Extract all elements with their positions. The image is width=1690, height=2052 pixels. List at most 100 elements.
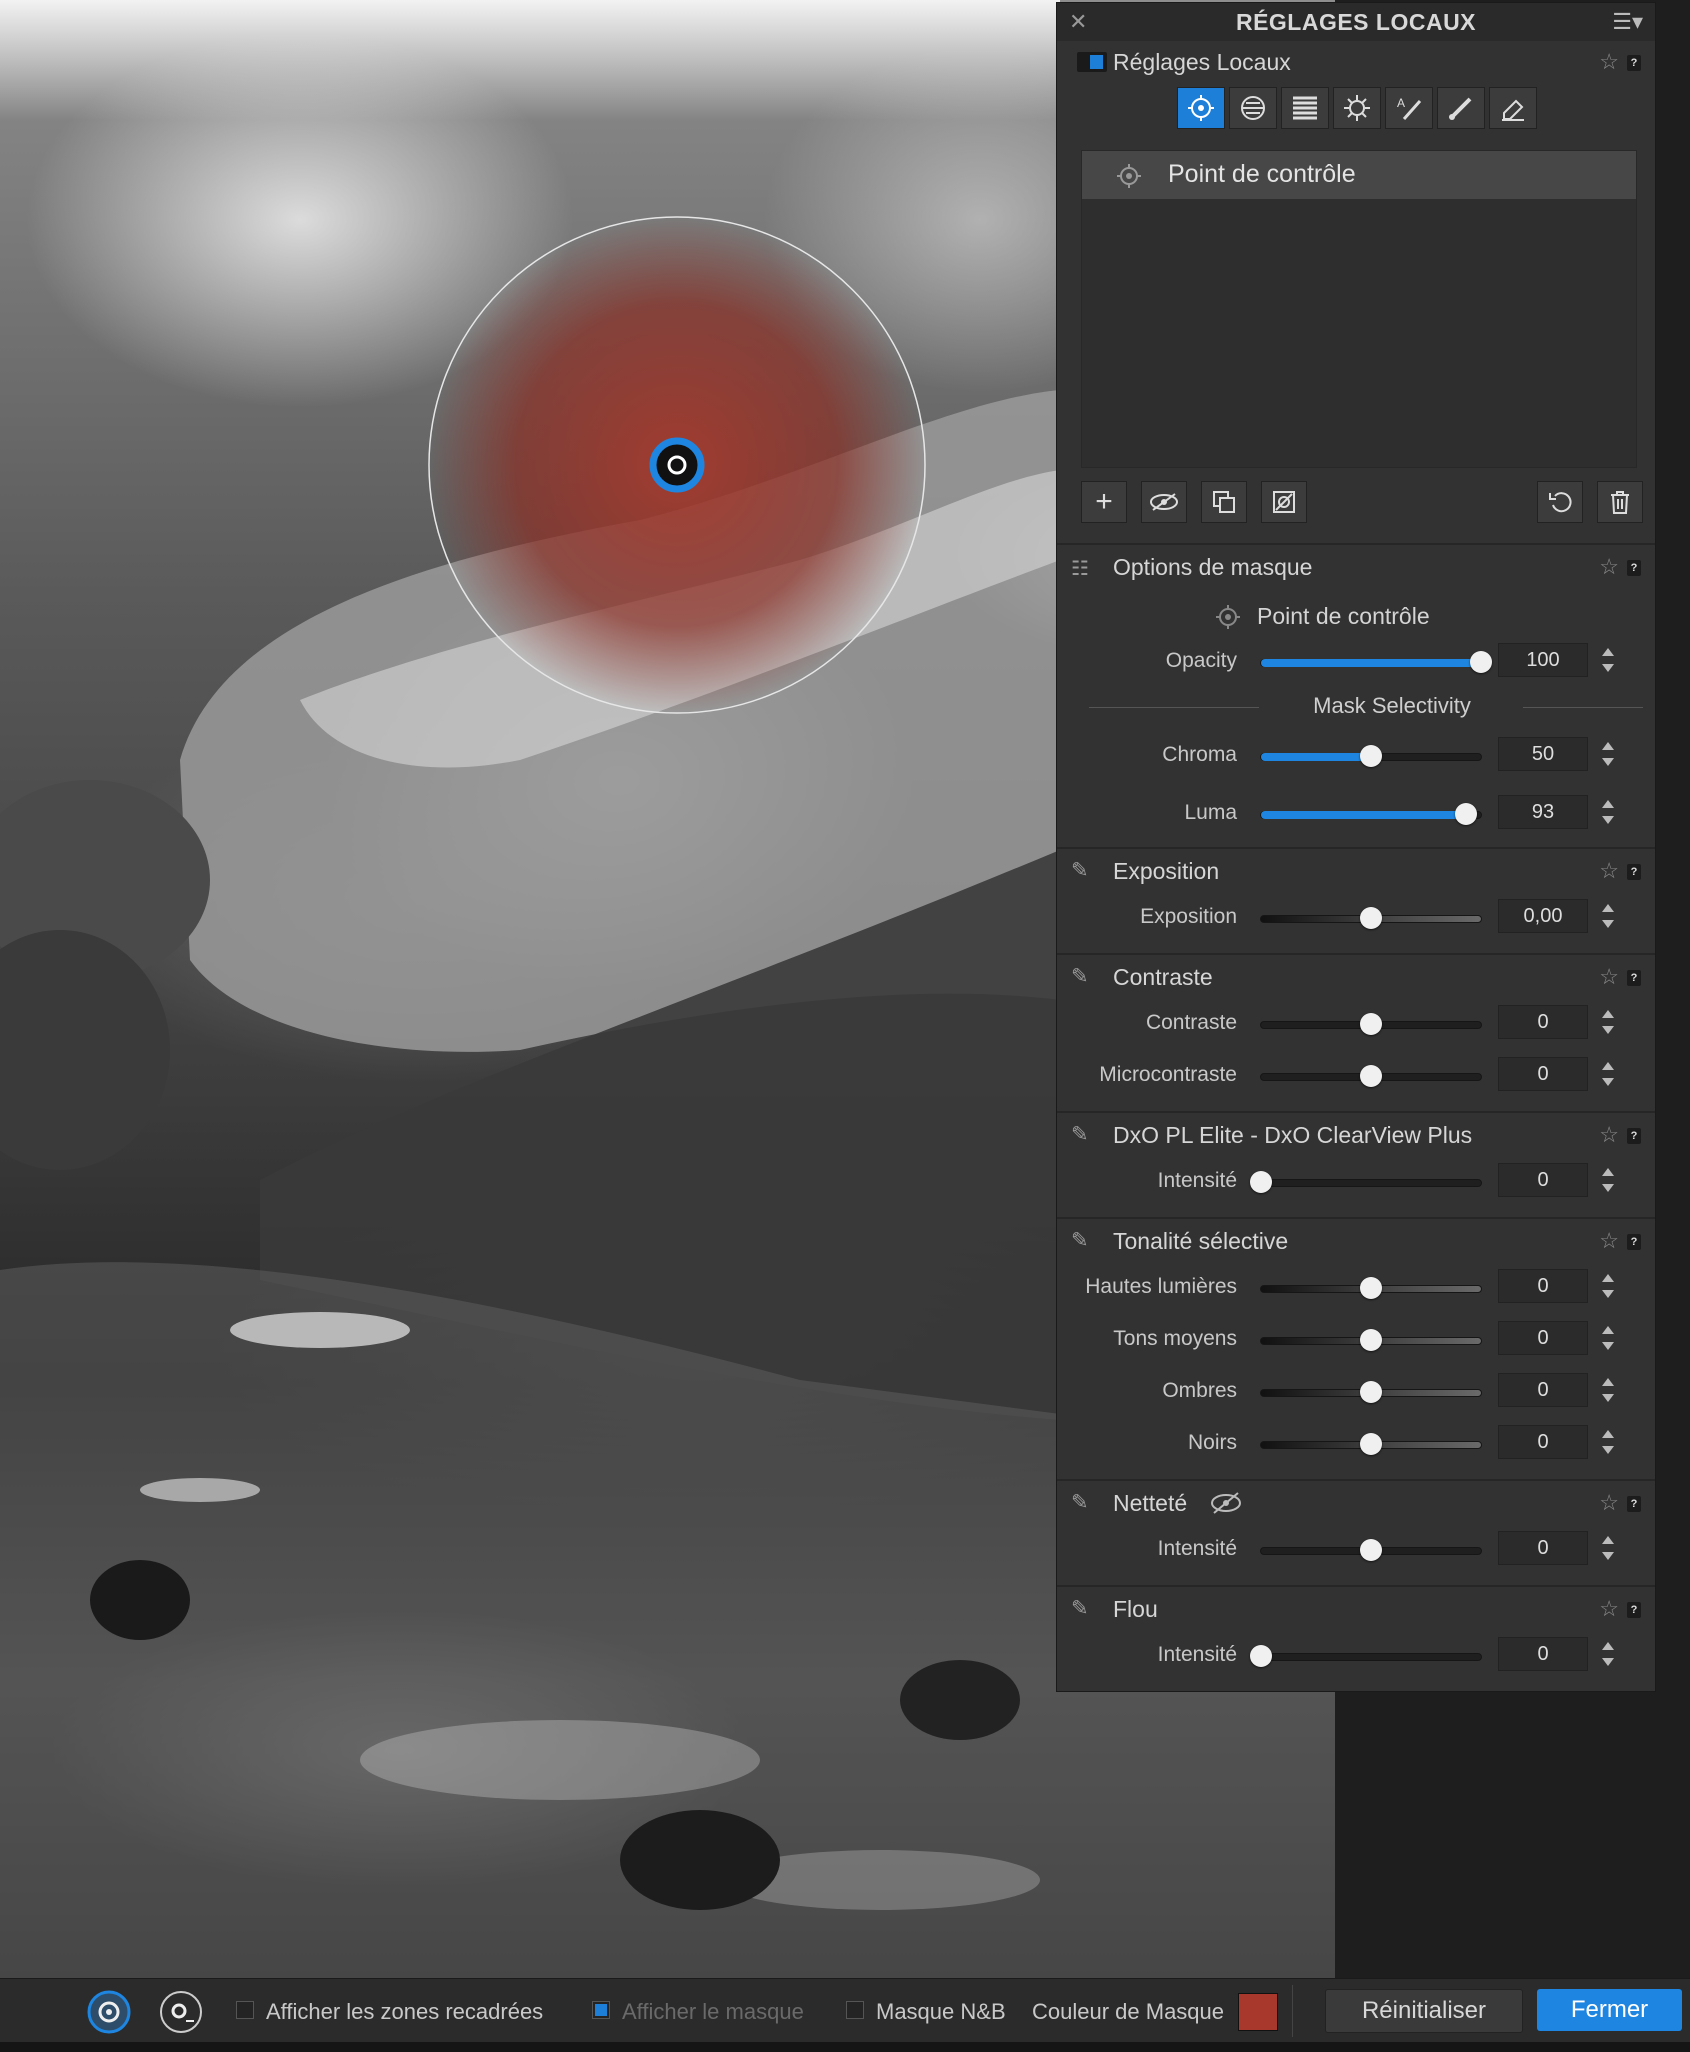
toggle-visibility-button[interactable] — [1141, 481, 1187, 523]
duplicate-button[interactable] — [1201, 481, 1247, 523]
midtones-slider[interactable] — [1260, 1329, 1482, 1351]
clearview-intensity-stepper[interactable] — [1598, 1163, 1618, 1197]
nettete-intensity-stepper[interactable] — [1598, 1531, 1618, 1565]
help-icon[interactable]: ? — [1627, 1128, 1641, 1144]
undo-icon — [1549, 492, 1572, 513]
nettete-intensity-slider[interactable] — [1260, 1539, 1482, 1561]
brush-tool[interactable] — [1437, 87, 1485, 129]
text-tool-icon: A — [1397, 96, 1422, 120]
midtones-stepper[interactable] — [1598, 1321, 1618, 1355]
flou-intensity-value[interactable]: 0 — [1498, 1637, 1588, 1671]
nettete-intensity-value[interactable]: 0 — [1498, 1531, 1588, 1565]
nettete-intensity-label: Intensité — [1157, 1537, 1237, 1560]
flou-intensity-stepper[interactable] — [1598, 1637, 1618, 1671]
mask-color-swatch[interactable] — [1238, 1993, 1278, 2031]
microcontraste-slider[interactable] — [1260, 1065, 1482, 1087]
blacks-value[interactable]: 0 — [1498, 1425, 1588, 1459]
auto-mask-tool[interactable] — [1333, 87, 1381, 129]
exposition-label: Exposition — [1140, 905, 1237, 928]
luma-label: Luma — [1184, 801, 1237, 824]
favorite-star-icon[interactable]: ☆ — [1599, 858, 1619, 884]
favorite-star-icon[interactable]: ☆ — [1599, 964, 1619, 990]
exposition-stepper[interactable] — [1598, 899, 1618, 933]
contraste-value[interactable]: 0 — [1498, 1005, 1588, 1039]
opacity-stepper[interactable] — [1598, 643, 1618, 677]
plus-icon: + — [1095, 485, 1113, 518]
exposition-value[interactable]: 0,00 — [1498, 899, 1588, 933]
eraser-tool[interactable] — [1489, 87, 1537, 129]
microcontraste-value[interactable]: 0 — [1498, 1057, 1588, 1091]
control-point-icon — [1216, 605, 1240, 629]
shadows-slider[interactable] — [1260, 1381, 1482, 1403]
help-icon[interactable]: ? — [1627, 1496, 1641, 1512]
favorite-star-icon[interactable]: ☆ — [1599, 1228, 1619, 1254]
favorite-star-icon[interactable]: ☆ — [1599, 1596, 1619, 1622]
crop-zones-checkbox[interactable] — [236, 2001, 254, 2019]
help-icon[interactable]: ? — [1627, 560, 1641, 576]
mask-options-icon: ☷ — [1071, 558, 1089, 580]
control-point-handle[interactable] — [649, 437, 705, 493]
highlights-stepper[interactable] — [1598, 1269, 1618, 1303]
exposition-slider[interactable] — [1260, 907, 1482, 929]
control-point-mode-icon[interactable] — [86, 1989, 132, 2035]
chroma-slider[interactable] — [1260, 745, 1482, 767]
help-icon[interactable]: ? — [1627, 1602, 1641, 1618]
help-icon[interactable]: ? — [1627, 55, 1641, 71]
midtones-value[interactable]: 0 — [1498, 1321, 1588, 1355]
invert-mask-button[interactable] — [1261, 481, 1307, 523]
close-button[interactable]: Fermer — [1537, 1989, 1682, 2031]
help-icon[interactable]: ? — [1627, 864, 1641, 880]
luma-slider[interactable] — [1260, 803, 1482, 825]
pencil-icon: ✎ — [1071, 1123, 1089, 1146]
clearview-intensity-value[interactable]: 0 — [1498, 1163, 1588, 1197]
blacks-slider[interactable] — [1260, 1433, 1482, 1455]
panel-menu-icon[interactable]: ☰▾ — [1612, 9, 1643, 35]
chroma-stepper[interactable] — [1598, 737, 1618, 771]
blacks-label: Noirs — [1187, 1431, 1237, 1454]
clearview-title: DxO PL Elite - DxO ClearView Plus — [1113, 1122, 1473, 1148]
bw-mask-checkbox[interactable] — [846, 2001, 864, 2019]
add-mask-button[interactable]: + — [1081, 481, 1127, 523]
help-icon[interactable]: ? — [1627, 1234, 1641, 1250]
opacity-value[interactable]: 100 — [1498, 643, 1588, 677]
list-item[interactable]: Point de contrôle — [1082, 151, 1636, 199]
favorite-star-icon[interactable]: ☆ — [1599, 1122, 1619, 1148]
mask-options-title: Options de masque — [1113, 554, 1313, 580]
blacks-stepper[interactable] — [1598, 1425, 1618, 1459]
panel-titlebar: ✕ RÉGLAGES LOCAUX ☰▾ — [1057, 3, 1655, 41]
microcontraste-stepper[interactable] — [1598, 1057, 1618, 1091]
contraste-stepper[interactable] — [1598, 1005, 1618, 1039]
text-mask-tool[interactable]: A — [1385, 87, 1433, 129]
favorite-star-icon[interactable]: ☆ — [1599, 49, 1619, 75]
shadows-value[interactable]: 0 — [1498, 1373, 1588, 1407]
highlights-slider[interactable] — [1260, 1277, 1482, 1299]
local-adjustments-label: Réglages Locaux — [1113, 49, 1291, 75]
flou-intensity-label: Intensité — [1157, 1643, 1237, 1666]
hidden-eye-icon[interactable] — [1209, 1490, 1243, 1516]
mask-color-label: Couleur de Masque — [1032, 1999, 1225, 2024]
flou-intensity-slider[interactable] — [1250, 1645, 1482, 1667]
help-icon[interactable]: ? — [1627, 970, 1641, 986]
local-adjustments-toggle[interactable] — [1077, 52, 1107, 72]
control-point-subtract-icon[interactable] — [158, 1989, 204, 2035]
delete-mask-button[interactable] — [1597, 481, 1643, 523]
panel-title: RÉGLAGES LOCAUX — [1235, 9, 1477, 35]
duplicate-icon — [1213, 491, 1235, 513]
luma-value[interactable]: 93 — [1498, 795, 1588, 829]
show-mask-checkbox[interactable] — [592, 2001, 610, 2019]
chroma-value[interactable]: 50 — [1498, 737, 1588, 771]
luma-stepper[interactable] — [1598, 795, 1618, 829]
opacity-slider[interactable] — [1260, 651, 1492, 673]
invert-icon — [1273, 491, 1295, 513]
control-line-tool[interactable] — [1229, 87, 1277, 129]
highlights-value[interactable]: 0 — [1498, 1269, 1588, 1303]
favorite-star-icon[interactable]: ☆ — [1599, 1490, 1619, 1516]
graduated-filter-tool[interactable] — [1281, 87, 1329, 129]
clearview-intensity-slider[interactable] — [1250, 1171, 1482, 1193]
reset-mask-button[interactable] — [1537, 481, 1583, 523]
shadows-stepper[interactable] — [1598, 1373, 1618, 1407]
contraste-slider[interactable] — [1260, 1013, 1482, 1035]
control-point-tool[interactable] — [1177, 87, 1225, 129]
reset-button[interactable]: Réinitialiser — [1325, 1989, 1523, 2033]
favorite-star-icon[interactable]: ☆ — [1599, 554, 1619, 580]
